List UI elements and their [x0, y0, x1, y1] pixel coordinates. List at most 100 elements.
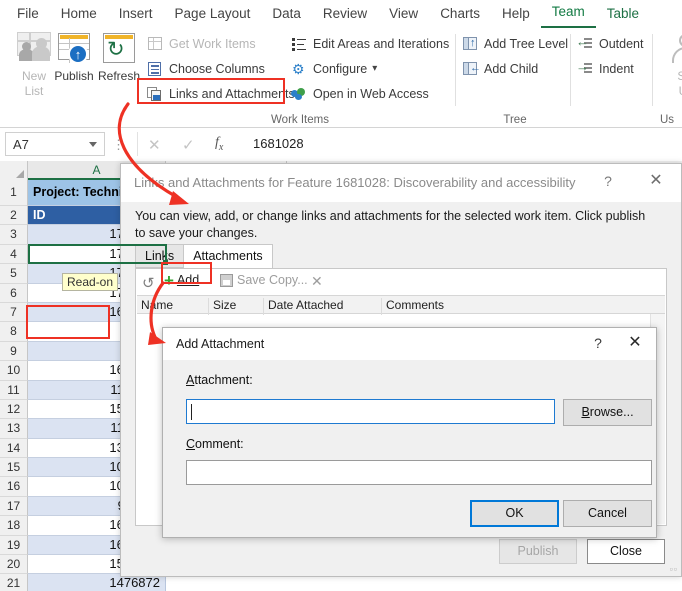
outdent-icon: ←: [577, 36, 594, 52]
cancel-icon[interactable]: ✕: [148, 136, 161, 154]
attachments-column-headers: Name Size Date Attached Comments: [137, 295, 665, 314]
dialog-title-text: Links and Attachments for Feature 168102…: [134, 175, 576, 190]
row-header[interactable]: 1: [0, 180, 28, 206]
row-header[interactable]: 12: [0, 400, 28, 419]
ribbon-tab-team[interactable]: Team: [541, 0, 596, 28]
refresh-label: Refresh: [91, 70, 147, 83]
group-tree-label: Tree: [460, 114, 570, 126]
attachment-label-rest: ttachment:: [194, 373, 252, 387]
delete-x-icon[interactable]: ✕: [311, 273, 323, 290]
group-tree: Tree: [460, 28, 570, 128]
outdent-button[interactable]: ← Outdent: [577, 36, 643, 52]
column-header-comments[interactable]: Comments: [382, 298, 669, 315]
row-header[interactable]: 20: [0, 555, 28, 574]
ribbon-tab-table[interactable]: Table: [596, 2, 650, 28]
new-list-label-line2: List: [6, 85, 62, 98]
attachments-toolbar: ↺ + Add Save Copy... ✕: [136, 269, 666, 295]
ribbon-tab-charts[interactable]: Charts: [429, 2, 491, 28]
indent-icon: →: [577, 61, 594, 77]
column-header-name[interactable]: Name: [137, 298, 209, 315]
row-header[interactable]: 7: [0, 303, 28, 322]
indent-button[interactable]: → Indent: [577, 61, 634, 77]
publish-button-dialog[interactable]: Publish: [499, 539, 577, 564]
chevron-down-icon[interactable]: [89, 142, 97, 147]
save-icon: [220, 274, 233, 287]
ribbon-tab-file[interactable]: File: [6, 2, 50, 28]
row-header[interactable]: 14: [0, 439, 28, 458]
close-icon[interactable]: ✕: [645, 172, 667, 190]
formula-bar-handle[interactable]: ⋮: [112, 137, 125, 153]
dialog-description: You can view, add, or change links and a…: [135, 208, 655, 242]
row-header[interactable]: 15: [0, 458, 28, 477]
add-dialog-title-bar[interactable]: Add Attachment ? ✕: [163, 328, 656, 360]
row-header[interactable]: 6: [0, 284, 28, 303]
ribbon-tab-page-layout[interactable]: Page Layout: [164, 2, 262, 28]
ribbon-body: New List ↑ Publish ↻ Refresh: [0, 28, 682, 128]
row-header[interactable]: 9: [0, 342, 28, 361]
fx-icon[interactable]: fx: [215, 135, 223, 153]
row-header[interactable]: 5: [0, 264, 28, 283]
ribbon-tab-home[interactable]: Home: [50, 2, 108, 28]
ribbon-tab-view[interactable]: View: [378, 2, 429, 28]
name-box[interactable]: A7: [5, 132, 105, 156]
refresh-button[interactable]: ↻ Refresh: [91, 30, 147, 83]
text-caret: [191, 404, 192, 420]
add-dialog-title-text: Add Attachment: [176, 337, 264, 351]
row-header[interactable]: 18: [0, 516, 28, 535]
group-users: Us: [652, 28, 682, 128]
resize-grip-icon[interactable]: ▫▫: [670, 564, 678, 574]
row-header[interactable]: 17: [0, 497, 28, 516]
row-header[interactable]: 8: [0, 322, 28, 341]
attachment-input[interactable]: [186, 399, 555, 424]
ribbon-tab-insert[interactable]: Insert: [108, 2, 164, 28]
add-attachment-dialog: Add Attachment ? ✕ Attachment: Browse...…: [162, 327, 657, 538]
add-label: Add: [177, 273, 199, 287]
ok-button[interactable]: OK: [470, 500, 559, 527]
row-header[interactable]: 16: [0, 477, 28, 496]
dialog-title-bar[interactable]: Links and Attachments for Feature 168102…: [121, 164, 681, 202]
refresh-icon[interactable]: ↺: [142, 274, 155, 292]
cancel-button[interactable]: Cancel: [563, 500, 652, 527]
save-copy-button[interactable]: Save Copy...: [220, 273, 308, 287]
dialog-tab-bar: Links Attachments: [135, 244, 272, 268]
browse-button[interactable]: Browse...: [563, 399, 652, 426]
row-header[interactable]: 11: [0, 381, 28, 400]
help-icon[interactable]: ?: [588, 335, 608, 351]
group-work-items-label: Work Items: [140, 114, 460, 126]
formula-bar-value[interactable]: 1681028: [253, 136, 304, 151]
row-header[interactable]: 3: [0, 225, 28, 244]
row-header[interactable]: 21: [0, 574, 28, 591]
tab-attachments[interactable]: Attachments: [183, 244, 272, 269]
ribbon-tab-help[interactable]: Help: [491, 2, 541, 28]
indent-label: Indent: [599, 61, 634, 77]
publish-icon: ↑: [55, 32, 93, 68]
ribbon-tab-data[interactable]: Data: [261, 2, 312, 28]
outdent-label: Outdent: [599, 36, 643, 52]
refresh-icon: ↻: [100, 32, 138, 68]
row-header[interactable]: 19: [0, 536, 28, 555]
accept-icon[interactable]: ✓: [182, 136, 195, 154]
row-header[interactable]: 10: [0, 361, 28, 380]
read-only-tooltip: Read-on: [62, 273, 118, 291]
plus-icon: +: [164, 274, 174, 287]
help-icon[interactable]: ?: [597, 173, 619, 189]
tab-links[interactable]: Links: [135, 244, 184, 268]
column-header-size[interactable]: Size: [209, 298, 264, 315]
select-all-icon[interactable]: [0, 161, 28, 180]
cell-id-header-label: ID: [33, 208, 46, 222]
attachment-label: Attachment:: [186, 373, 253, 387]
group-work-items: Work Items: [140, 28, 460, 128]
add-attachment-button[interactable]: + Add: [164, 273, 199, 287]
formula-bar: A7 ⋮ ✕ ✓ fx 1681028: [0, 129, 682, 161]
comment-input[interactable]: [186, 460, 652, 485]
close-icon[interactable]: ✕: [624, 334, 646, 352]
row-header[interactable]: 13: [0, 419, 28, 438]
row-header[interactable]: 2: [0, 206, 28, 225]
row-header[interactable]: 4: [0, 245, 28, 264]
save-copy-label: Save Copy...: [237, 273, 308, 287]
comment-label-rest: omment:: [195, 437, 244, 451]
close-button-dialog[interactable]: Close: [587, 539, 665, 564]
ribbon-tab-review[interactable]: Review: [312, 2, 378, 28]
column-header-date-attached[interactable]: Date Attached: [264, 298, 382, 315]
name-box-value: A7: [13, 137, 29, 152]
